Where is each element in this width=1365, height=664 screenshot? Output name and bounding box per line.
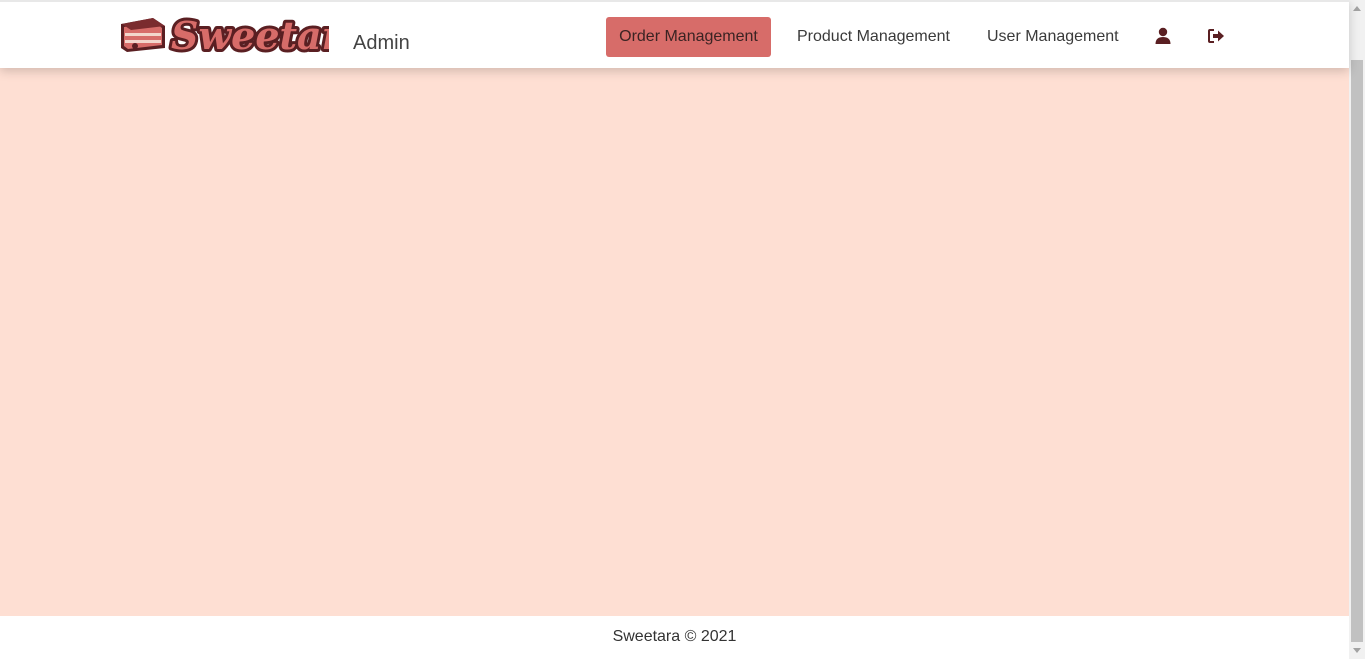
scrollbar-thumb[interactable]	[1351, 60, 1363, 642]
logout-icon[interactable]	[1205, 25, 1227, 47]
nav-user-management[interactable]: User Management	[973, 17, 1133, 57]
brand-logo[interactable]: Sweetara Sweetara	[119, 12, 329, 58]
nav-product-management[interactable]: Product Management	[783, 17, 964, 57]
user-icon[interactable]	[1152, 25, 1174, 47]
vertical-scrollbar[interactable]	[1349, 0, 1365, 659]
page: Sweetara Sweetara Admin Order Management…	[0, 0, 1349, 659]
main-content	[0, 68, 1349, 616]
scroll-up-arrow-icon[interactable]	[1349, 0, 1365, 17]
role-label: Admin	[353, 32, 410, 54]
logo-wordmark: Sweetara	[171, 13, 329, 58]
scroll-down-arrow-icon[interactable]	[1349, 642, 1365, 659]
footer-copyright: Sweetara © 2021	[612, 628, 737, 645]
nav-order-management[interactable]: Order Management	[606, 17, 771, 57]
navbar: Sweetara Sweetara Admin Order Management…	[0, 0, 1349, 68]
footer: Sweetara © 2021	[0, 616, 1349, 659]
cake-logo-icon: Sweetara Sweetara	[121, 12, 329, 58]
